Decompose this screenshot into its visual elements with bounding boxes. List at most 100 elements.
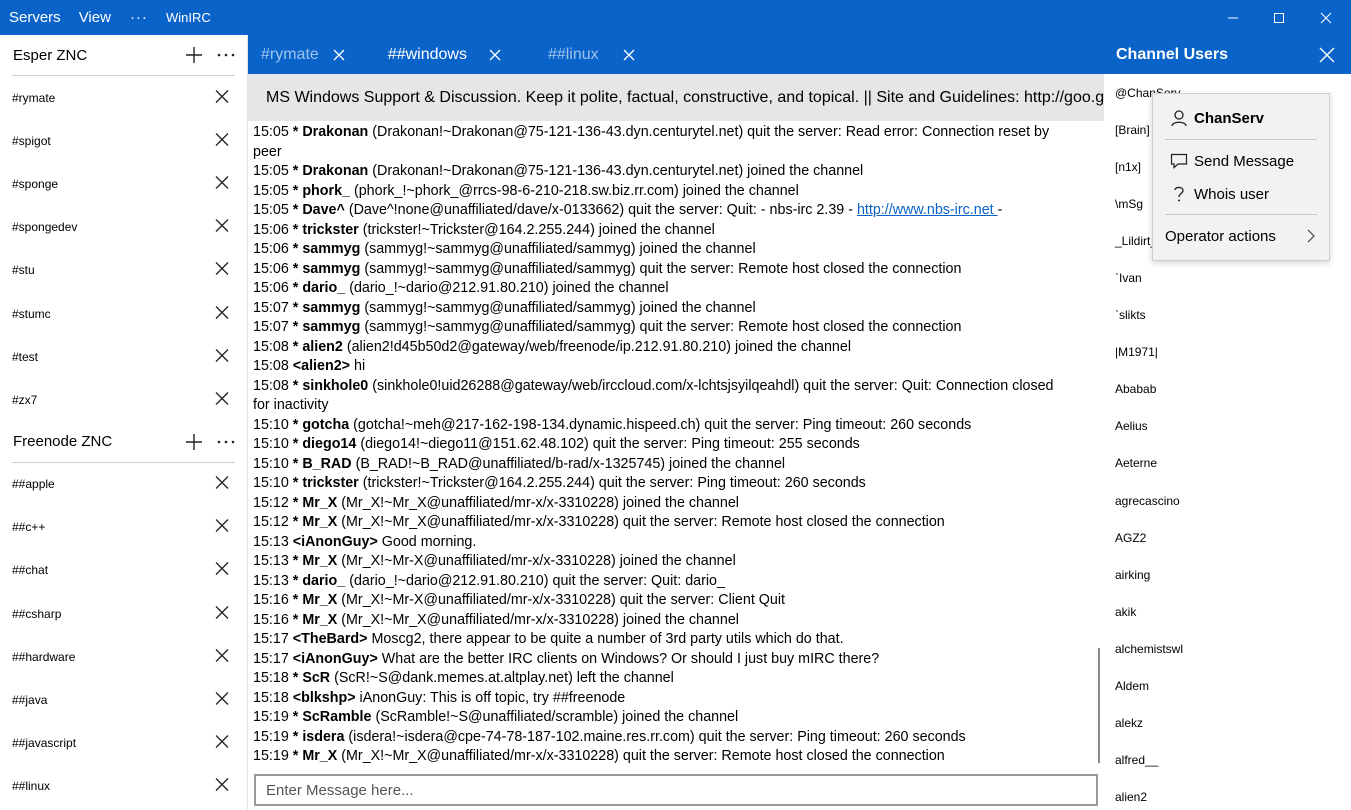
user-list-item[interactable]: agrecascino	[1104, 482, 1351, 519]
leave-channel-button[interactable]	[215, 219, 229, 236]
user-list-item[interactable]: `Ivan	[1104, 259, 1351, 296]
leave-channel-button[interactable]	[215, 735, 229, 752]
user-list-item[interactable]: Aelius	[1104, 408, 1351, 445]
message-nick[interactable]: Drakonan	[302, 163, 368, 179]
user-list-item[interactable]: alfred__	[1104, 742, 1351, 779]
channel-item[interactable]: ##apple	[0, 463, 247, 506]
channel-item[interactable]: #rymate	[0, 76, 247, 119]
leave-channel-button[interactable]	[215, 562, 229, 579]
message-nick[interactable]: iAnonGuy	[301, 651, 369, 667]
scrollbar[interactable]	[1098, 648, 1100, 763]
users-panel-close-button[interactable]	[1319, 35, 1335, 74]
tab-linux[interactable]: ##linux	[548, 35, 635, 74]
user-list-item[interactable]: alien2	[1104, 779, 1351, 810]
channel-item[interactable]: ##javascript	[0, 722, 247, 765]
message-nick[interactable]: sammyg	[302, 241, 360, 257]
user-list-item[interactable]: |M1971|	[1104, 334, 1351, 371]
leave-channel-button[interactable]	[215, 132, 229, 149]
channel-item[interactable]: ##linux	[0, 765, 247, 808]
message-nick[interactable]: Mr_X	[302, 592, 337, 608]
leave-channel-button[interactable]	[215, 605, 229, 622]
message-nick[interactable]: isdera	[302, 729, 344, 745]
message-nick[interactable]: phork_	[302, 183, 350, 199]
user-list-item[interactable]: `slikts	[1104, 297, 1351, 334]
tab-windows[interactable]: ##windows	[388, 35, 501, 74]
more-options-icon[interactable]	[217, 52, 235, 58]
message-nick[interactable]: diego14	[302, 436, 356, 452]
user-list-item[interactable]: akik	[1104, 593, 1351, 630]
send-message-item[interactable]: Send Message	[1153, 145, 1329, 177]
message-nick[interactable]: Drakonan	[302, 124, 368, 140]
message-nick[interactable]: sinkhole0	[302, 378, 368, 394]
server-header-freenode[interactable]: Freenode ZNC	[0, 422, 247, 462]
message-nick[interactable]: Mr_X	[302, 495, 337, 511]
window-close-button[interactable]	[1303, 0, 1349, 35]
user-list-item[interactable]: AGZ2	[1104, 519, 1351, 556]
message-nick[interactable]: sammyg	[302, 300, 360, 316]
channel-item[interactable]: #spongedev	[0, 206, 247, 249]
channel-item[interactable]: #spigot	[0, 119, 247, 162]
leave-channel-button[interactable]	[215, 476, 229, 493]
channel-item[interactable]: #sponge	[0, 162, 247, 205]
user-list-item[interactable]: airking	[1104, 556, 1351, 593]
message-log[interactable]: 15:05 * Drakonan (Drakonan!~Drakonan@75-…	[248, 121, 1104, 769]
leave-channel-button[interactable]	[215, 175, 229, 192]
leave-channel-button[interactable]	[215, 262, 229, 279]
user-list-item[interactable]: alekz	[1104, 705, 1351, 742]
user-list-item[interactable]: Aldem	[1104, 668, 1351, 705]
message-nick[interactable]: TheBard	[301, 631, 359, 647]
menu-view[interactable]: View	[70, 0, 120, 35]
channel-item[interactable]: #zx7	[0, 378, 247, 421]
minimize-button[interactable]	[1210, 0, 1256, 35]
message-nick[interactable]: sammyg	[302, 319, 360, 335]
message-nick[interactable]: ScR	[302, 670, 330, 686]
message-nick[interactable]: Mr_X	[302, 514, 337, 530]
channel-item[interactable]: #stumc	[0, 292, 247, 335]
maximize-button[interactable]	[1256, 0, 1302, 35]
message-nick[interactable]: dario_	[302, 280, 345, 296]
message-nick[interactable]: sammyg	[302, 261, 360, 277]
whois-user-item[interactable]: Whois user	[1153, 178, 1329, 210]
leave-channel-button[interactable]	[215, 778, 229, 795]
more-options-icon[interactable]	[217, 439, 235, 445]
channel-item[interactable]: ##java	[0, 678, 247, 721]
channel-item[interactable]: #stu	[0, 249, 247, 292]
message-nick[interactable]: iAnonGuy	[301, 534, 369, 550]
leave-channel-button[interactable]	[215, 648, 229, 665]
menu-servers[interactable]: Servers	[0, 0, 70, 35]
leave-channel-button[interactable]	[215, 305, 229, 322]
channel-item[interactable]: ##c++	[0, 506, 247, 549]
message-nick[interactable]: alien2	[302, 339, 343, 355]
channel-item[interactable]: ##csharp	[0, 592, 247, 635]
tab-close-button[interactable]	[489, 49, 501, 61]
tab-rymate[interactable]: #rymate	[261, 35, 345, 74]
message-link[interactable]: http://www.nbs-irc.net	[857, 202, 998, 218]
message-nick[interactable]: blkshp	[301, 690, 347, 706]
leave-channel-button[interactable]	[215, 692, 229, 709]
message-nick[interactable]: Mr_X	[302, 553, 337, 569]
server-header-esper[interactable]: Esper ZNC	[0, 35, 247, 75]
message-nick[interactable]: dario_	[302, 573, 345, 589]
channel-item[interactable]: ##hardware	[0, 635, 247, 678]
message-nick[interactable]: Dave^	[302, 202, 345, 218]
leave-channel-button[interactable]	[215, 89, 229, 106]
message-nick[interactable]: trickster	[302, 222, 358, 238]
add-channel-icon[interactable]	[185, 433, 203, 451]
user-list-item[interactable]: alchemistswl	[1104, 630, 1351, 667]
channel-item[interactable]: #test	[0, 335, 247, 378]
leave-channel-button[interactable]	[215, 348, 229, 365]
message-nick[interactable]: Mr_X	[302, 612, 337, 628]
tab-close-button[interactable]	[333, 49, 345, 61]
message-nick[interactable]: trickster	[302, 475, 358, 491]
user-list-item[interactable]: Ababab	[1104, 371, 1351, 408]
more-menu-button[interactable]: ···	[120, 0, 158, 35]
message-nick[interactable]: gotcha	[302, 417, 349, 433]
message-nick[interactable]: alien2	[301, 358, 342, 374]
operator-actions-item[interactable]: Operator actions	[1153, 220, 1329, 252]
tab-close-button[interactable]	[623, 49, 635, 61]
user-list-item[interactable]: Aeterne	[1104, 445, 1351, 482]
leave-channel-button[interactable]	[215, 391, 229, 408]
add-channel-icon[interactable]	[185, 46, 203, 64]
leave-channel-button[interactable]	[215, 519, 229, 536]
message-nick[interactable]: B_RAD	[302, 456, 351, 472]
